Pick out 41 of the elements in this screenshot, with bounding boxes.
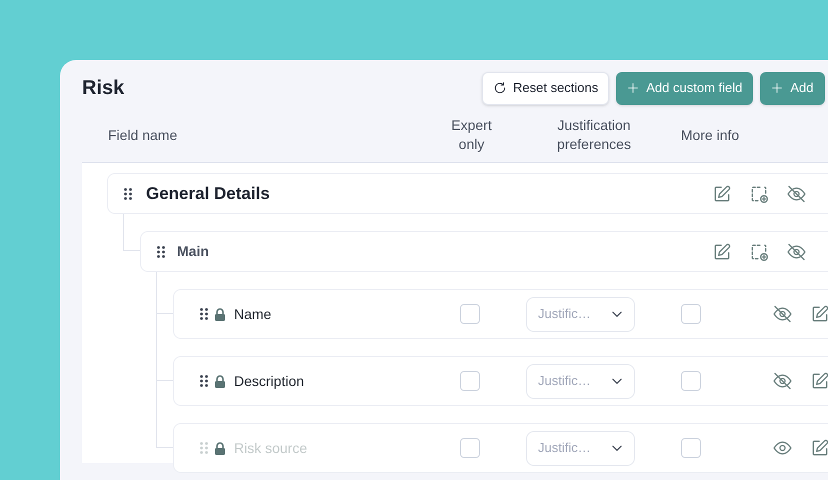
column-header: More info <box>680 126 740 144</box>
drag-handle-icon[interactable] <box>157 246 165 258</box>
edit-icon[interactable] <box>810 438 828 458</box>
plus-icon <box>771 82 784 94</box>
edit-icon[interactable] <box>810 371 828 391</box>
column-header: Justification preferences <box>556 116 632 154</box>
drag-handle-icon[interactable] <box>200 308 208 320</box>
add-button[interactable]: Add custom field <box>616 72 754 104</box>
justification-dropdown[interactable]: Justific… <box>526 430 635 466</box>
drag-handle-icon[interactable] <box>200 375 208 387</box>
edit-icon[interactable] <box>712 184 732 204</box>
checkbox[interactable] <box>681 304 701 324</box>
eye-slash-icon[interactable] <box>772 371 793 391</box>
add-section-icon[interactable] <box>749 242 769 262</box>
edit-icon[interactable] <box>712 242 732 262</box>
eye-slash-icon[interactable] <box>772 304 793 324</box>
checkbox[interactable] <box>681 371 701 391</box>
checkbox[interactable] <box>460 304 480 324</box>
justification-dropdown[interactable]: Justific… <box>526 364 635 398</box>
add-section-icon[interactable] <box>749 184 769 204</box>
checkbox[interactable] <box>460 371 480 391</box>
column-header: Field name <box>107 126 178 144</box>
eye-slash-icon[interactable] <box>786 184 807 204</box>
reset-icon <box>493 81 507 95</box>
column-header: Expert only <box>450 116 493 154</box>
checkbox[interactable] <box>460 438 480 458</box>
edit-icon[interactable] <box>810 304 828 324</box>
field-name: Description <box>234 372 304 391</box>
checkbox[interactable] <box>681 438 701 458</box>
field-name: Name <box>234 304 272 324</box>
reset-sections-button[interactable]: Reset sections <box>482 72 610 104</box>
plus-icon <box>627 82 640 94</box>
eye-slash-icon[interactable] <box>786 242 807 262</box>
add-button[interactable]: Add <box>760 72 825 104</box>
section-title: General Details <box>146 182 271 205</box>
justification-dropdown[interactable]: Justific… <box>526 296 635 332</box>
page-title: Risk <box>82 76 126 101</box>
drag-handle-icon[interactable] <box>124 188 132 200</box>
field-name: Risk source <box>234 438 308 458</box>
drag-handle-icon[interactable] <box>200 442 208 454</box>
section-title: Main <box>177 242 210 261</box>
